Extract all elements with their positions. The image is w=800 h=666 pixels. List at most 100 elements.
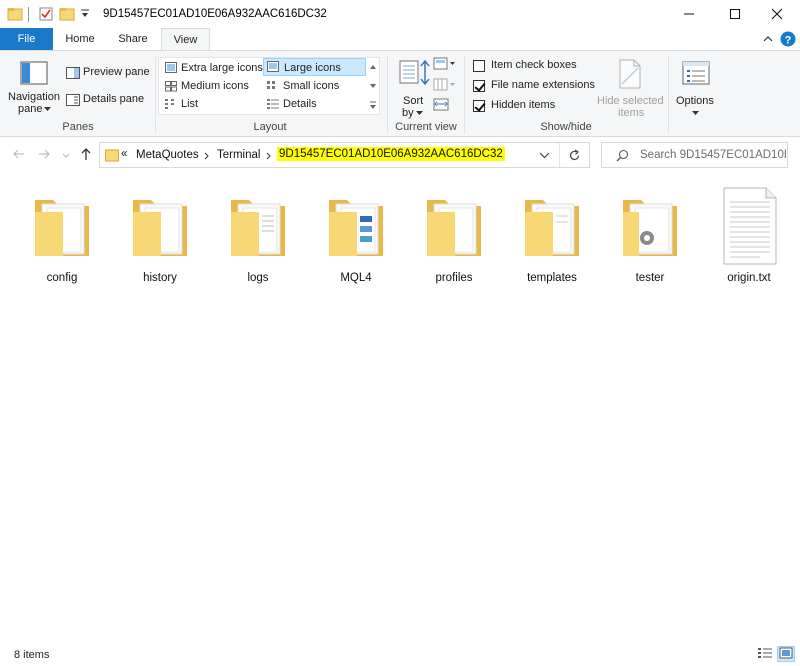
details-pane-label: Details pane [83, 93, 145, 105]
ribbon-separator [464, 56, 465, 134]
group-by-button[interactable] [433, 57, 457, 73]
scroll-down-icon [370, 84, 376, 88]
tab-home[interactable]: Home [58, 28, 102, 50]
file-item[interactable]: config [20, 186, 104, 296]
new-folder-icon[interactable] [59, 6, 75, 22]
chevron-down-icon [44, 107, 51, 111]
layout-scroll-up[interactable] [367, 58, 379, 76]
preview-pane-button[interactable]: Preview pane [64, 65, 152, 81]
details-icon [267, 99, 279, 109]
hide-selected-label-2: items [618, 107, 645, 119]
search-box[interactable]: Search 9D15457EC01AD10E0... [601, 142, 788, 168]
recent-locations-button[interactable] [61, 148, 71, 164]
large-icons-view-button[interactable] [777, 646, 795, 662]
folder-icon [35, 200, 89, 256]
ribbon-separator [668, 56, 669, 134]
navigation-pane-label: Navigation [8, 91, 60, 103]
details-view-button[interactable] [757, 646, 775, 662]
up-arrow-icon [81, 148, 91, 160]
file-item[interactable]: history [118, 186, 202, 296]
layout-extra-large-icons[interactable]: Extra large icons [161, 59, 263, 77]
maximize-button[interactable] [712, 0, 758, 28]
details-label: Details [283, 98, 317, 110]
search-icon [616, 149, 629, 162]
back-button[interactable] [12, 147, 26, 164]
hidden-items-checkbox[interactable] [473, 100, 485, 112]
add-columns-button[interactable] [433, 78, 457, 94]
layout-group-label: Layout [253, 121, 287, 133]
properties-icon[interactable] [38, 6, 54, 22]
item-check-boxes-toggle[interactable]: Item check boxes [472, 59, 582, 74]
file-item[interactable]: tester [608, 186, 692, 296]
maximize-icon [730, 9, 740, 19]
file-item[interactable]: logs [216, 186, 300, 296]
group-by-icon [433, 57, 455, 70]
chevron-down-icon[interactable] [539, 151, 550, 160]
folder-icon [105, 149, 119, 162]
tab-file[interactable]: File [0, 28, 53, 50]
navigation-pane-label-2: pane [18, 103, 43, 115]
hide-selected-items-icon [619, 59, 641, 89]
file-name-extensions-checkbox[interactable] [473, 80, 485, 92]
up-button[interactable] [79, 147, 93, 164]
minimize-button[interactable] [666, 0, 712, 28]
layout-small-icons[interactable]: Small icons [263, 77, 366, 95]
options-label: Options [676, 95, 714, 107]
details-pane-button[interactable]: Details pane [64, 92, 152, 108]
file-item[interactable]: MQL4 [314, 186, 398, 296]
chevron-right-icon[interactable] [204, 152, 210, 160]
item-check-boxes-checkbox[interactable] [473, 60, 485, 72]
title-bar: 9D15457EC01AD10E06A932AAC616DC32 [0, 0, 800, 28]
file-name: logs [247, 272, 269, 284]
layout-expand[interactable] [367, 96, 379, 114]
forward-arrow-icon [39, 149, 50, 159]
panes-group-label: Panes [62, 121, 94, 133]
file-item[interactable]: origin.txt [707, 186, 791, 296]
status-bar: 8 items [0, 642, 800, 666]
layout-large-icons[interactable]: Large icons [263, 58, 366, 76]
breadcrumb-metaquotes[interactable]: MetaQuotes [136, 149, 199, 161]
collapse-ribbon-icon[interactable] [762, 34, 774, 44]
chevron-right-icon[interactable] [266, 152, 272, 160]
file-item[interactable]: templates [510, 186, 594, 296]
search-input[interactable]: Search 9D15457EC01AD10E0... [640, 149, 786, 161]
preview-pane-icon [66, 67, 80, 79]
small-icons-icon [267, 81, 275, 89]
navigation-bar: « MetaQuotes Terminal 9D15457EC01AD10E06… [0, 138, 800, 172]
refresh-icon[interactable] [568, 149, 581, 162]
layout-medium-icons[interactable]: Medium icons [161, 77, 261, 95]
chevron-down-icon [692, 111, 699, 115]
folder-icon [623, 200, 677, 256]
navigation-pane-button[interactable]: Navigation pane [6, 55, 62, 117]
file-name-extensions-toggle[interactable]: File name extensions [472, 79, 595, 94]
ribbon-separator [155, 56, 156, 134]
breadcrumb-current-folder[interactable]: 9D15457EC01AD10E06A932AAC616DC32 [277, 147, 505, 161]
tab-share[interactable]: Share [110, 28, 156, 50]
hidden-items-toggle[interactable]: Hidden items [472, 99, 572, 114]
size-columns-button[interactable] [433, 98, 451, 114]
hide-selected-label: Hide selected [597, 95, 664, 107]
layout-details[interactable]: Details [263, 95, 366, 113]
hide-selected-items-button[interactable]: Hide selected items [595, 55, 664, 119]
address-divider [559, 143, 560, 167]
forward-button[interactable] [37, 147, 51, 164]
layout-scroll-down[interactable] [367, 77, 379, 95]
layout-list[interactable]: List [161, 95, 261, 113]
list-icon [165, 99, 174, 109]
close-button[interactable] [754, 0, 800, 28]
help-icon[interactable]: ? [780, 31, 796, 47]
sort-by-label: Sort [403, 95, 424, 107]
large-icons-icon [267, 61, 279, 72]
address-overflow-button[interactable]: « [121, 148, 127, 160]
folder-icon [7, 8, 23, 21]
tab-view[interactable]: View [161, 28, 210, 51]
file-item[interactable]: profiles [412, 186, 496, 296]
navigation-pane-icon [20, 61, 48, 85]
options-button[interactable]: Options [672, 55, 718, 117]
folder-icon [329, 200, 383, 256]
address-bar[interactable]: « MetaQuotes Terminal 9D15457EC01AD10E06… [99, 142, 590, 168]
sort-by-button[interactable]: Sort by [393, 55, 430, 119]
breadcrumb-terminal[interactable]: Terminal [217, 149, 260, 161]
customize-dropdown-icon[interactable] [80, 9, 90, 19]
size-columns-icon [433, 98, 449, 111]
